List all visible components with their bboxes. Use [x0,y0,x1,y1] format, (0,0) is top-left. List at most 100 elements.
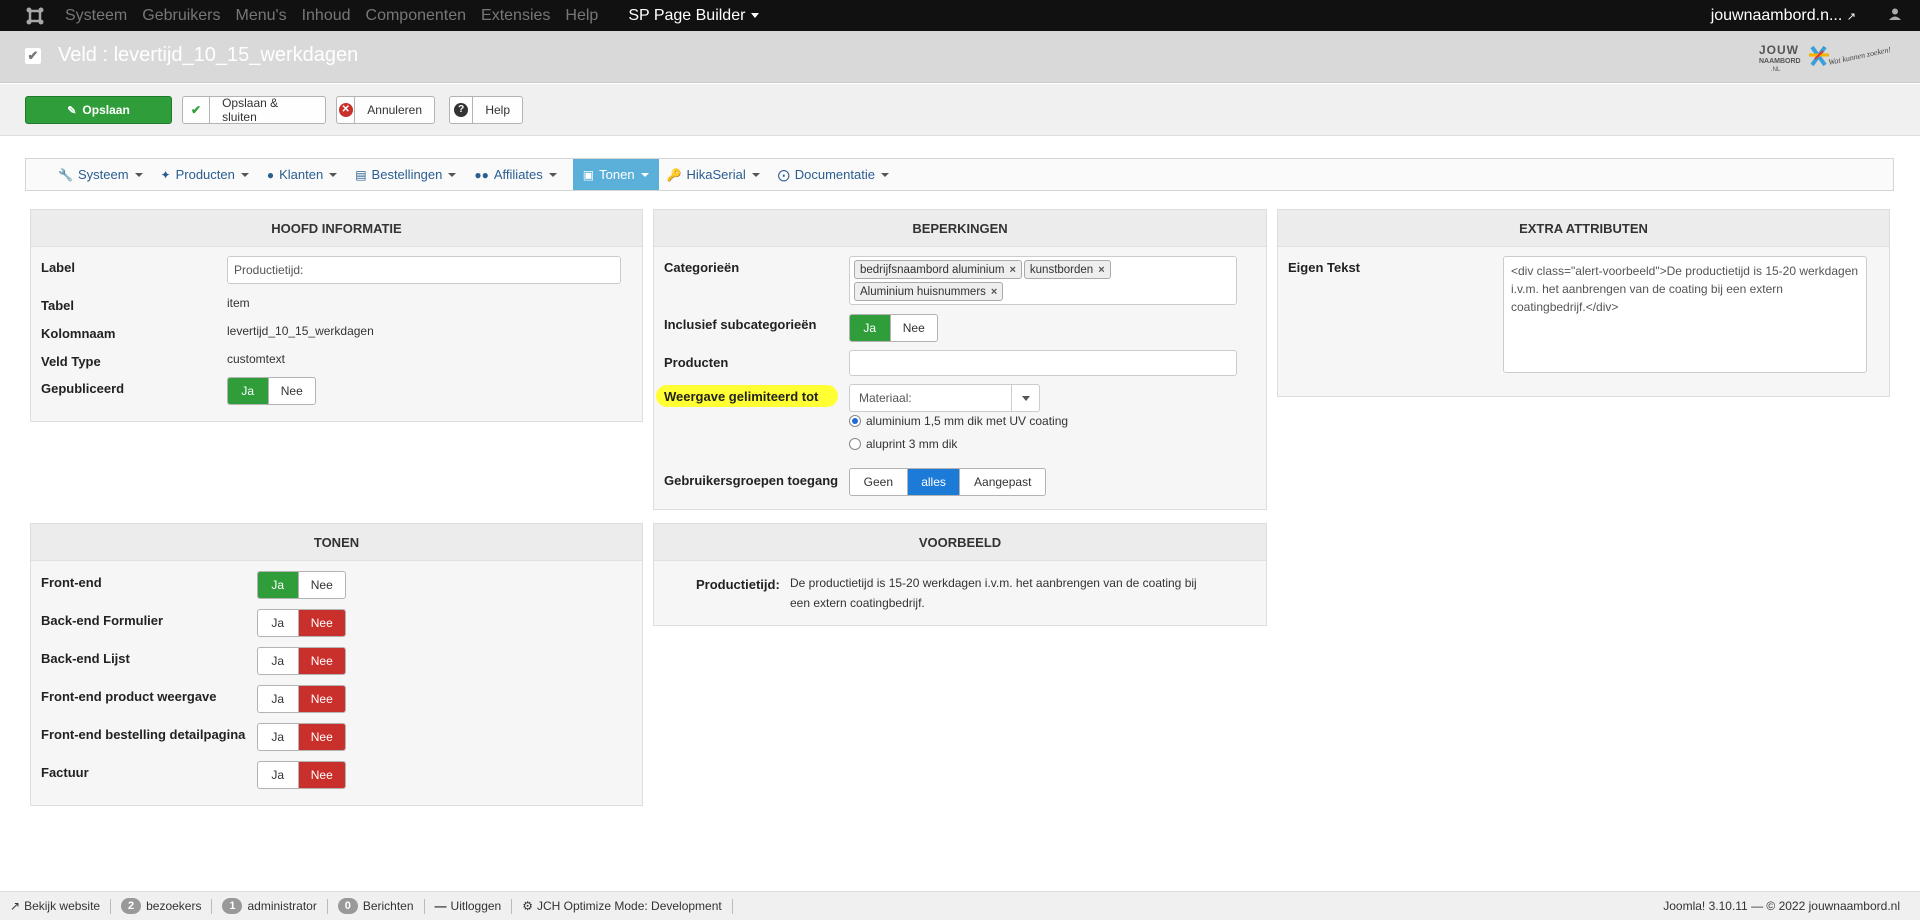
toggle-ja[interactable]: Ja [258,572,298,598]
remove-tag-icon[interactable]: × [1098,264,1104,276]
topnav-sp-page-builder[interactable]: SP Page Builder [628,7,760,25]
user-icon[interactable] [1870,8,1920,23]
chevron-down-icon [548,172,557,177]
svg-text:.NL: .NL [1771,67,1781,73]
view-site-link[interactable]: ↗ Bekijk website [0,898,112,914]
eigen-tekst-textarea[interactable]: <div class="alert-voorbeeld">De producti… [1503,256,1867,373]
producten-input[interactable] [849,350,1237,376]
admin-label: administrator [247,899,317,913]
menu-hikaserial[interactable]: 🔑 HikaSerial [665,159,770,190]
help-label: Help [485,103,510,117]
cancel-button[interactable]: ✕ Annuleren [336,96,435,124]
gepubliceerd-nee[interactable]: Nee [267,378,315,404]
toggle-nee[interactable]: Nee [297,762,345,788]
toggle-ja[interactable]: Ja [258,762,298,788]
tag-kunstborden: kunstborden × [1023,260,1111,279]
groep-alles[interactable]: alles [906,469,960,495]
remove-tag-icon[interactable]: × [1009,264,1015,276]
toggle-nee[interactable]: Nee [297,648,345,674]
menu-tonen[interactable]: ▣ Tonen [572,159,659,190]
weergave-select-value: Materiaal: [859,391,912,405]
toggle-nee[interactable]: Nee [297,610,345,636]
topnav-help[interactable]: Help [565,7,598,25]
page-title: Veld : levertijd_10_15_werkdagen [58,44,359,66]
menu-klanten[interactable]: ● Klanten [265,159,347,190]
remove-tag-icon[interactable]: × [991,286,997,298]
version-text: Joomla! 3.10.11 — © 2022 jouwnaambord.nl [1663,899,1900,913]
status-footer: ↗ Bekijk website 2 bezoekers 1 administrato… [0,891,1920,920]
chevron-down-icon [448,172,457,177]
topnav-extensies[interactable]: Extensies [481,7,550,25]
admin-badge: 1 [222,898,243,914]
gear-icon: ⚙ [522,899,533,913]
label-label: Label [41,260,75,275]
radio-empty-icon [849,438,861,450]
frontend-toggle: Ja Nee [257,571,346,599]
veld-type-value: customtext [227,352,286,366]
toggle-nee[interactable]: Nee [297,724,345,750]
save-button[interactable]: ✎ Opslaan [25,96,172,124]
chevron-down-icon [134,172,143,177]
voorbeeld-label: Productietijd: [696,577,780,592]
topnav-systeem[interactable]: Systeem [65,7,127,25]
tonen-row-label: Front-end [41,575,102,590]
menu-affiliates-label: Affiliates [493,167,543,182]
menu-systeem[interactable]: 🔧 Systeem [56,159,153,190]
save-close-button[interactable]: ✔ Opslaan & sluiten [182,96,326,124]
menu-documentatie[interactable]: ⨀ Documentatie [776,159,899,190]
radio-aluminium[interactable]: aluminium 1,5 mm dik met UV coating [849,414,1068,428]
radio-selected-icon [849,415,861,427]
groep-geen[interactable]: Geen [850,469,907,495]
messages-link[interactable]: 0 Berichten [328,898,425,914]
toggle-nee[interactable]: Nee [297,572,345,598]
panel-title: TONEN [31,524,642,561]
backend-formulier-toggle: Ja Nee [257,609,346,637]
topnav-menus[interactable]: Menu's [236,7,287,25]
menu-producten[interactable]: ✦ Producten [159,159,259,190]
topnav-gebruikers[interactable]: Gebruikers [142,7,220,25]
view-site-label: Bekijk website [24,899,101,913]
inclusief-nee[interactable]: Nee [889,315,937,341]
topnav-componenten[interactable]: Componenten [366,7,467,25]
toggle-ja[interactable]: Ja [258,610,298,636]
radio-aluprint-label: aluprint 3 mm dik [866,437,958,451]
menu-documentatie-label: Documentatie [794,167,875,182]
menu-bestellingen[interactable]: ▤ Bestellingen [353,159,466,190]
menu-producten-label: Producten [175,167,235,182]
eigen-tekst-label: Eigen Tekst [1288,260,1361,275]
tag-label: bedrijfsnaambord aluminium [860,263,1005,276]
jch-label: JCH Optimize Mode: Development [537,899,722,913]
chevron-down-icon [751,172,760,177]
menu-affiliates[interactable]: ●● Affiliates [472,159,566,190]
tabel-value: item [227,296,250,310]
tag-bedrijfsnaambord: bedrijfsnaambord aluminium × [854,260,1022,279]
groep-aangepast[interactable]: Aangepast [959,469,1045,495]
joomla-logo-icon[interactable] [18,0,52,31]
tag-label: kunstborden [1029,263,1094,276]
edit-icon: ✎ [67,104,77,117]
gebruikersgroepen-label: Gebruikersgroepen toegang [664,473,839,488]
toggle-ja[interactable]: Ja [258,648,298,674]
toggle-nee[interactable]: Nee [297,686,345,712]
panel-voorbeeld: VOORBEELD Productietijd: De productietij… [653,523,1267,626]
panel-tonen: TONEN Front-end Ja Nee Back-end Formulier… [30,523,643,806]
kolomnaam-value: levertijd_10_15_werkdagen [227,324,374,338]
topnav-inhoud[interactable]: Inhoud [302,7,351,25]
tag-label: Aluminium huisnummers [860,285,986,298]
jch-status[interactable]: ⚙ JCH Optimize Mode: Development [512,898,733,914]
help-button[interactable]: ? Help [449,96,523,124]
toggle-ja[interactable]: Ja [258,686,298,712]
gepubliceerd-ja[interactable]: Ja [228,378,268,404]
label-input[interactable]: Productietijd: [227,256,621,284]
weergave-select[interactable]: Materiaal: [849,384,1040,412]
cubes-icon: ✦ [160,167,171,182]
cancel-icon: ✕ [337,97,356,123]
tag-aluminium-huisnummers: Aluminium huisnummers × [854,282,1004,301]
radio-aluprint[interactable]: aluprint 3 mm dik [849,437,957,451]
categorieen-tag-input[interactable]: bedrijfsnaambord aluminium × kunstborden ×… [849,256,1237,305]
backend-lijst-toggle: Ja Nee [257,647,346,675]
inclusief-ja[interactable]: Ja [850,315,890,341]
site-link[interactable]: jouwnaambord.n... ↗ [1711,7,1856,25]
toggle-ja[interactable]: Ja [258,724,298,750]
logout-link[interactable]: — Uitloggen [425,898,513,914]
